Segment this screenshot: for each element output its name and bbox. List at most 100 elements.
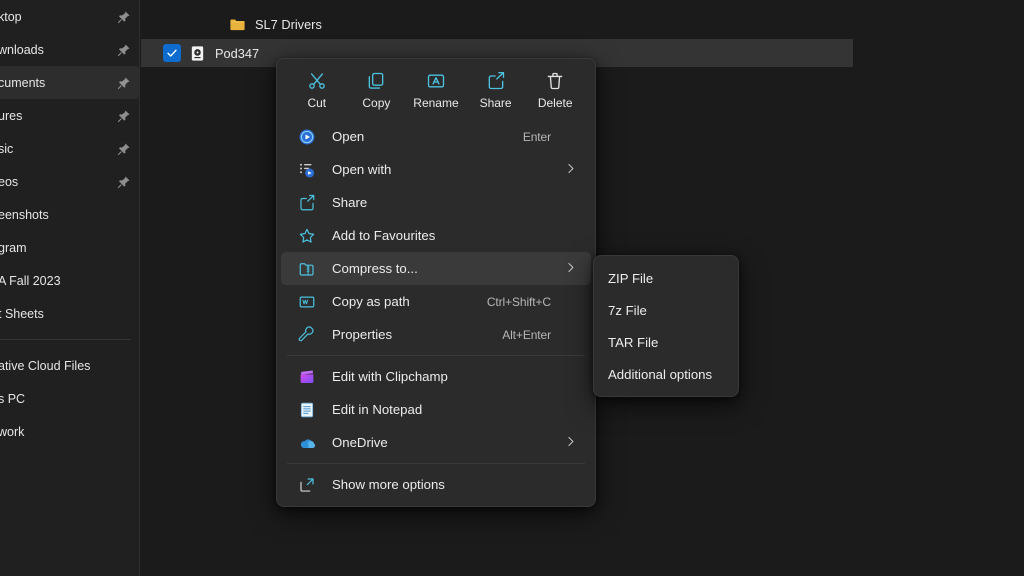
sidebar-item-sic[interactable]: sic <box>0 132 139 165</box>
menu-item-label: OneDrive <box>332 435 388 450</box>
trash-icon <box>545 71 565 91</box>
sidebar-item-s-pc[interactable]: s PC <box>0 382 139 415</box>
file-name: SL7 Drivers <box>255 17 322 32</box>
star-icon <box>298 227 316 245</box>
sidebar-item-label: work <box>0 425 24 439</box>
submenu-item-additional-options[interactable]: Additional options <box>598 358 734 390</box>
menu-item-label: Properties <box>332 327 392 342</box>
cut-button[interactable]: Cut <box>289 67 345 112</box>
menu-item-label: Show more options <box>332 477 445 492</box>
scissors-icon <box>307 71 327 91</box>
menu-item-edit-in-notepad[interactable]: Edit in Notepad <box>281 393 591 426</box>
pin-icon <box>117 76 131 90</box>
menu-item-open[interactable]: Open Enter <box>281 120 591 153</box>
media-file-icon <box>189 45 206 62</box>
menu-divider-2 <box>287 463 585 464</box>
sidebar-divider <box>0 339 131 340</box>
open-with-icon <box>298 161 316 179</box>
menu-item-shortcut: Ctrl+Shift+C <box>487 295 551 309</box>
sidebar-item-wnloads[interactable]: wnloads <box>0 33 139 66</box>
context-menu-group-apps[interactable]: Edit with Clipchamp Edit in Notepad OneDri… <box>277 360 595 459</box>
command-label: Copy <box>362 96 390 110</box>
sidebar-item-gram[interactable]: gram <box>0 231 139 264</box>
folder-icon <box>229 16 246 33</box>
sidebar-item-label: sic <box>0 142 13 156</box>
menu-item-properties[interactable]: Properties Alt+Enter <box>281 318 591 351</box>
pin-icon <box>117 175 131 189</box>
pin-icon <box>117 142 131 156</box>
sidebar-item-label: A Fall 2023 <box>0 274 61 288</box>
command-label: Cut <box>307 96 326 110</box>
menu-item-add-to-favourites[interactable]: Add to Favourites <box>281 219 591 252</box>
sidebar-item-label: eos <box>0 175 18 189</box>
menu-item-label: Open with <box>332 162 391 177</box>
submenu-item-tar-file[interactable]: TAR File <box>598 326 734 358</box>
menu-item-label: Edit in Notepad <box>332 402 422 417</box>
sidebar-item-eos[interactable]: eos <box>0 165 139 198</box>
compress-to-submenu[interactable]: ZIP File7z FileTAR FileAdditional option… <box>593 255 739 397</box>
more-options-icon <box>298 476 316 494</box>
menu-item-shortcut: Enter <box>523 130 551 144</box>
media-player-icon <box>298 128 316 146</box>
command-label: Delete <box>538 96 573 110</box>
wrench-icon <box>298 326 316 344</box>
submenu-item-zip-file[interactable]: ZIP File <box>598 262 734 294</box>
file-explorer-window: ktop wnloads cuments ures sic eos eenshots gram… <box>0 0 1024 576</box>
command-label: Share <box>480 96 512 110</box>
sidebar-item-label: s PC <box>0 392 25 406</box>
menu-item-show-more-options[interactable]: Show more options <box>281 468 591 501</box>
menu-item-edit-with-clipchamp[interactable]: Edit with Clipchamp <box>281 360 591 393</box>
pin-icon <box>117 109 131 123</box>
row-checkbox[interactable] <box>163 15 181 33</box>
context-menu-group-more[interactable]: Show more options <box>277 468 595 501</box>
pin-icon <box>117 43 131 57</box>
rename-icon <box>426 71 446 91</box>
menu-divider-1 <box>287 355 585 356</box>
sidebar-item-ative-cloud-files[interactable]: ative Cloud Files <box>0 349 139 382</box>
chevron-right-icon <box>564 162 577 178</box>
sidebar-item-label: ative Cloud Files <box>0 359 90 373</box>
rename-button[interactable]: Rename <box>408 67 464 112</box>
file-name: Pod347 <box>215 46 259 61</box>
menu-item-compress-to[interactable]: Compress to... <box>281 252 591 285</box>
sidebar-item-label: wnloads <box>0 43 44 57</box>
chevron-right-icon <box>564 435 577 451</box>
sidebar-item-label: ktop <box>0 10 22 24</box>
menu-item-label: Edit with Clipchamp <box>332 369 448 384</box>
sidebar-item-work[interactable]: work <box>0 415 139 448</box>
menu-item-label: Open <box>332 129 364 144</box>
context-menu[interactable]: Cut Copy Rename Share Delete Open Enter Open w… <box>276 58 596 507</box>
menu-item-label: Share <box>332 195 367 210</box>
onedrive-icon <box>298 434 316 452</box>
submenu-item-7z-file[interactable]: 7z File <box>598 294 734 326</box>
copy-button[interactable]: Copy <box>348 67 404 112</box>
sidebar-item-label: cuments <box>0 76 45 90</box>
sidebar-item-label: ures <box>0 109 22 123</box>
menu-item-copy-as-path[interactable]: Copy as pathCtrl+Shift+C <box>281 285 591 318</box>
share-icon <box>486 71 506 91</box>
menu-item-onedrive[interactable]: OneDrive <box>281 426 591 459</box>
sidebar-item-ktop[interactable]: ktop <box>0 0 139 33</box>
navigation-sidebar[interactable]: ktop wnloads cuments ures sic eos eenshots gram… <box>0 0 140 576</box>
pin-icon <box>117 10 131 24</box>
delete-button[interactable]: Delete <box>527 67 583 112</box>
row-checkbox[interactable] <box>163 44 181 62</box>
file-list-row[interactable]: SL7 Drivers <box>141 10 853 38</box>
menu-item-open-with[interactable]: Open with <box>281 153 591 186</box>
share-button[interactable]: Share <box>468 67 524 112</box>
sidebar-item-t-sheets[interactable]: t Sheets <box>0 297 139 330</box>
menu-item-shortcut: Alt+Enter <box>502 328 551 342</box>
sidebar-item-eenshots[interactable]: eenshots <box>0 198 139 231</box>
zip-folder-icon <box>298 260 316 278</box>
menu-item-share[interactable]: Share <box>281 186 591 219</box>
context-menu-group-primary[interactable]: Open Enter Open with Share Add to Favourites… <box>277 120 595 351</box>
command-label: Rename <box>413 96 458 110</box>
sidebar-item-label: gram <box>0 241 26 255</box>
share-icon <box>298 194 316 212</box>
sidebar-item-label: t Sheets <box>0 307 44 321</box>
context-menu-command-bar[interactable]: Cut Copy Rename Share Delete <box>277 63 595 120</box>
sidebar-item-cuments[interactable]: cuments <box>0 66 139 99</box>
sidebar-item-a-fall-2023[interactable]: A Fall 2023 <box>0 264 139 297</box>
chevron-right-icon <box>564 261 577 277</box>
sidebar-item-ures[interactable]: ures <box>0 99 139 132</box>
